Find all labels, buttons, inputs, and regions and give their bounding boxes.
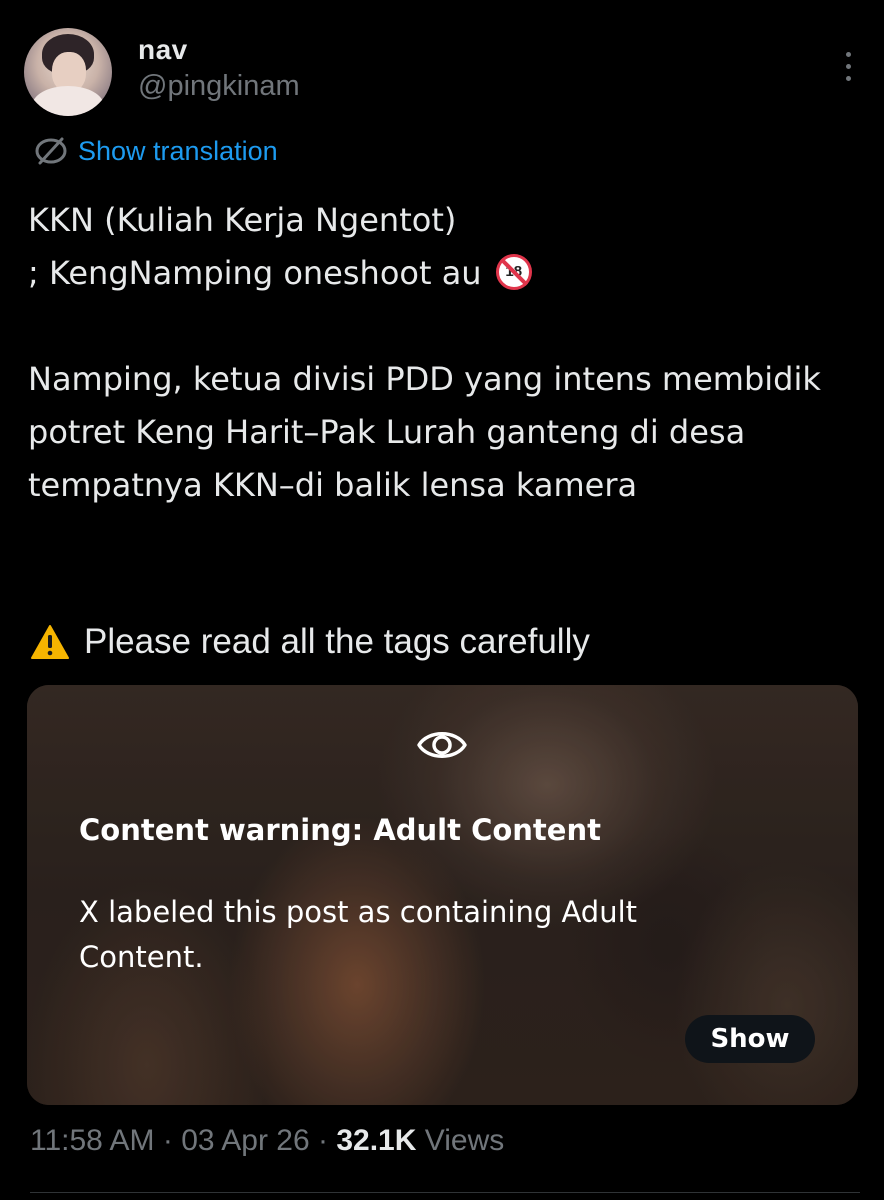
tweet-header: nav @pingkinam (24, 28, 860, 118)
tweet-line-1: KKN (Kuliah Kerja Ngentot) (28, 201, 457, 239)
warning-line: Please read all the tags carefully (30, 622, 590, 662)
warning-sign-emoji (31, 625, 69, 659)
meta-separator: · (162, 1124, 173, 1157)
tweet-date[interactable]: 03 Apr 26 (181, 1124, 309, 1157)
tweet-paragraph: Namping, ketua divisi PDD yang intens me… (28, 360, 821, 504)
display-name[interactable]: nav (138, 34, 188, 66)
tweet-text: KKN (Kuliah Kerja Ngentot) ; KengNamping… (28, 194, 848, 512)
tweet-line-2: ; KengNamping oneshoot au 18 (28, 247, 848, 300)
show-translation-link[interactable]: Show translation (34, 134, 278, 168)
show-media-button[interactable]: Show (685, 1015, 815, 1063)
warning-text: Please read all the tags carefully (84, 622, 590, 661)
content-warning-body: X labeled this post as containing Adult … (79, 895, 638, 974)
more-vertical-icon[interactable] (840, 46, 856, 86)
sensitive-media-card[interactable]: Content warning: Adult Content X labeled… (27, 685, 858, 1105)
no-one-under-18-emoji: 18 (495, 254, 532, 290)
user-handle[interactable]: @pingkinam (138, 70, 300, 103)
eye-icon (417, 732, 467, 758)
meta-separator: · (318, 1124, 328, 1157)
avatar[interactable] (24, 28, 112, 116)
tweet-time[interactable]: 11:58 AM (30, 1124, 155, 1157)
tweet-meta: 11:58 AM · 03 Apr 26 · 32.1K Views (30, 1124, 504, 1158)
views-label: Views (424, 1124, 505, 1157)
divider (30, 1192, 860, 1193)
avatar-shoulder (32, 86, 104, 116)
tweet-line-2-text: ; KengNamping oneshoot au (28, 254, 482, 292)
content-warning-title: Content warning: Adult Content (79, 813, 601, 847)
views-count: 32.1K (336, 1124, 417, 1157)
show-translation-label: Show translation (78, 135, 278, 166)
globe-translate-icon (35, 137, 67, 165)
